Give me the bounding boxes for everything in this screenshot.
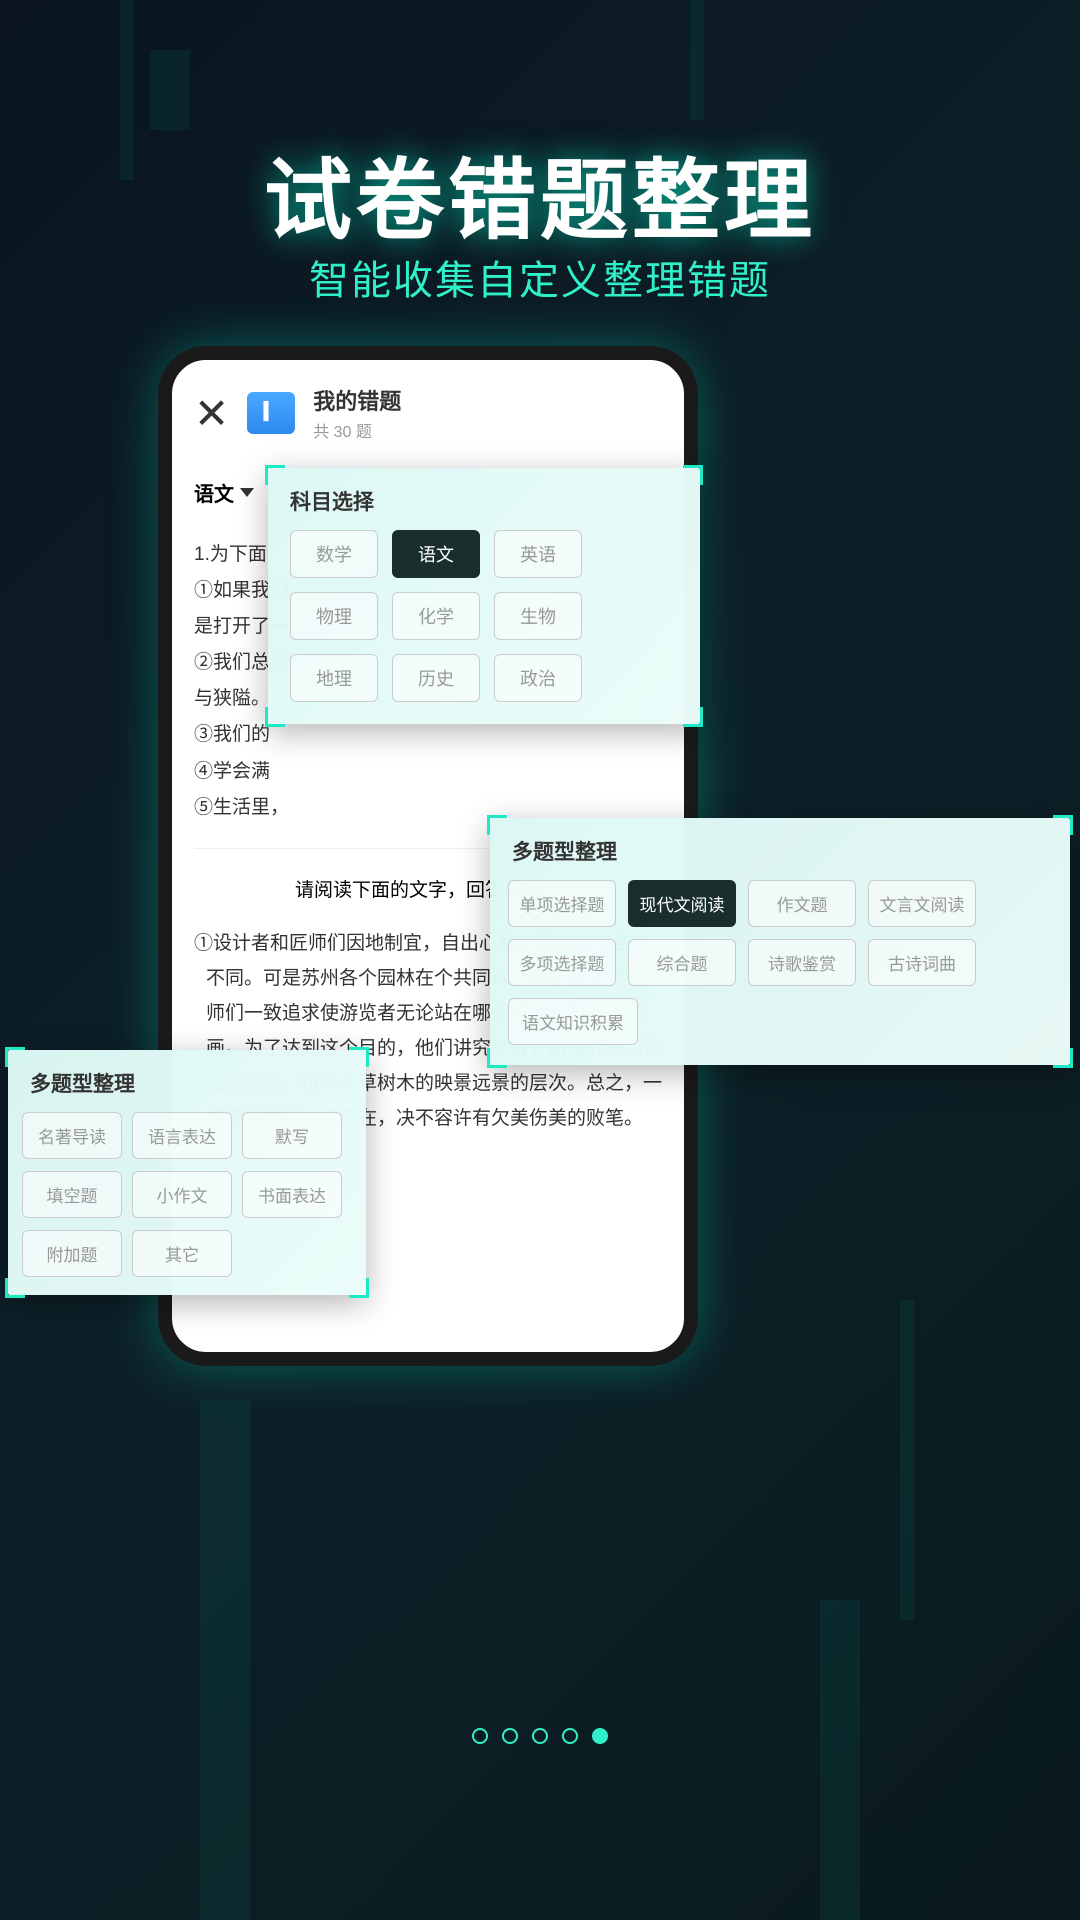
qtype-chip[interactable]: 诗歌鉴赏 [748,939,856,986]
subject-chip[interactable]: 生物 [494,592,582,640]
qtype-chip[interactable]: 默写 [242,1112,342,1159]
subject-chip[interactable]: 化学 [392,592,480,640]
pager-dot[interactable] [532,1728,548,1744]
popup-title: 多题型整理 [490,818,1070,880]
qtype-chip[interactable]: 古诗词曲 [868,939,976,986]
corner-decoration [487,1048,507,1068]
qtype-chip-grid: 单项选择题现代文阅读作文题文言文阅读多项选择题综合题诗歌鉴赏古诗词曲语文知识积累 [490,880,1070,1065]
qtype-chip[interactable]: 书面表达 [242,1171,342,1218]
hero-subtitle: 智能收集自定义整理错题 [0,248,1080,306]
qtype-chip[interactable]: 语文知识积累 [508,998,638,1045]
question-count: 共 30 题 [313,418,401,442]
app-header: ✕ 我的错题 共 30 题 [194,384,662,442]
bg-decoration [900,1300,914,1620]
corner-decoration [265,707,285,727]
close-icon[interactable]: ✕ [194,389,229,438]
corner-decoration [5,1278,25,1298]
bg-decoration [690,0,704,120]
pager-dot[interactable] [592,1728,608,1744]
bg-decoration [820,1600,860,1920]
header-text: 我的错题 共 30 题 [313,384,401,442]
popup-title: 科目选择 [268,468,700,530]
subject-popup: 科目选择 数学语文英语物理化学生物地理历史政治 [268,468,700,724]
corner-decoration [349,1047,369,1067]
folder-icon [247,392,295,434]
qtype-chip[interactable]: 文言文阅读 [868,880,976,927]
subject-chip[interactable]: 历史 [392,654,480,702]
qtype-chip[interactable]: 填空题 [22,1171,122,1218]
corner-decoration [1053,815,1073,835]
corner-decoration [683,465,703,485]
pager-dot[interactable] [562,1728,578,1744]
subject-chip[interactable]: 地理 [290,654,378,702]
qtype-popup-right: 多题型整理 单项选择题现代文阅读作文题文言文阅读多项选择题综合题诗歌鉴赏古诗词曲… [490,818,1070,1065]
corner-decoration [1053,1048,1073,1068]
hero-title: 试卷错题整理 [0,130,1080,257]
qtype-chip[interactable]: 小作文 [132,1171,232,1218]
qtype-chip[interactable]: 单项选择题 [508,880,616,927]
qtype-chip[interactable]: 其它 [132,1230,232,1277]
corner-decoration [683,707,703,727]
corner-decoration [487,815,507,835]
pager-dot[interactable] [472,1728,488,1744]
qtype-popup-left: 多题型整理 名著导读语言表达默写填空题小作文书面表达附加题其它 [8,1050,366,1295]
page-title: 我的错题 [313,384,401,416]
qtype-chip[interactable]: 多项选择题 [508,939,616,986]
question-line: ④学会满 [194,754,662,790]
corner-decoration [349,1278,369,1298]
subject-label: 语文 [194,478,234,507]
corner-decoration [5,1047,25,1067]
subject-chip[interactable]: 语文 [392,530,480,578]
qtype-chip[interactable]: 名著导读 [22,1112,122,1159]
chevron-down-icon [240,488,254,497]
qtype-chip[interactable]: 作文题 [748,880,856,927]
subject-chip[interactable]: 英语 [494,530,582,578]
subject-chip-grid: 数学语文英语物理化学生物地理历史政治 [268,530,700,724]
corner-decoration [265,465,285,485]
qtype-chip-grid: 名著导读语言表达默写填空题小作文书面表达附加题其它 [8,1112,366,1295]
pager-dot[interactable] [502,1728,518,1744]
bg-decoration [150,50,190,130]
page-indicator [0,1728,1080,1744]
qtype-chip[interactable]: 现代文阅读 [628,880,736,927]
qtype-chip[interactable]: 综合题 [628,939,736,986]
subject-chip[interactable]: 数学 [290,530,378,578]
qtype-chip[interactable]: 附加题 [22,1230,122,1277]
qtype-chip[interactable]: 语言表达 [132,1112,232,1159]
subject-chip[interactable]: 政治 [494,654,582,702]
subject-chip[interactable]: 物理 [290,592,378,640]
bg-decoration [200,1400,250,1920]
popup-title: 多题型整理 [8,1050,366,1112]
